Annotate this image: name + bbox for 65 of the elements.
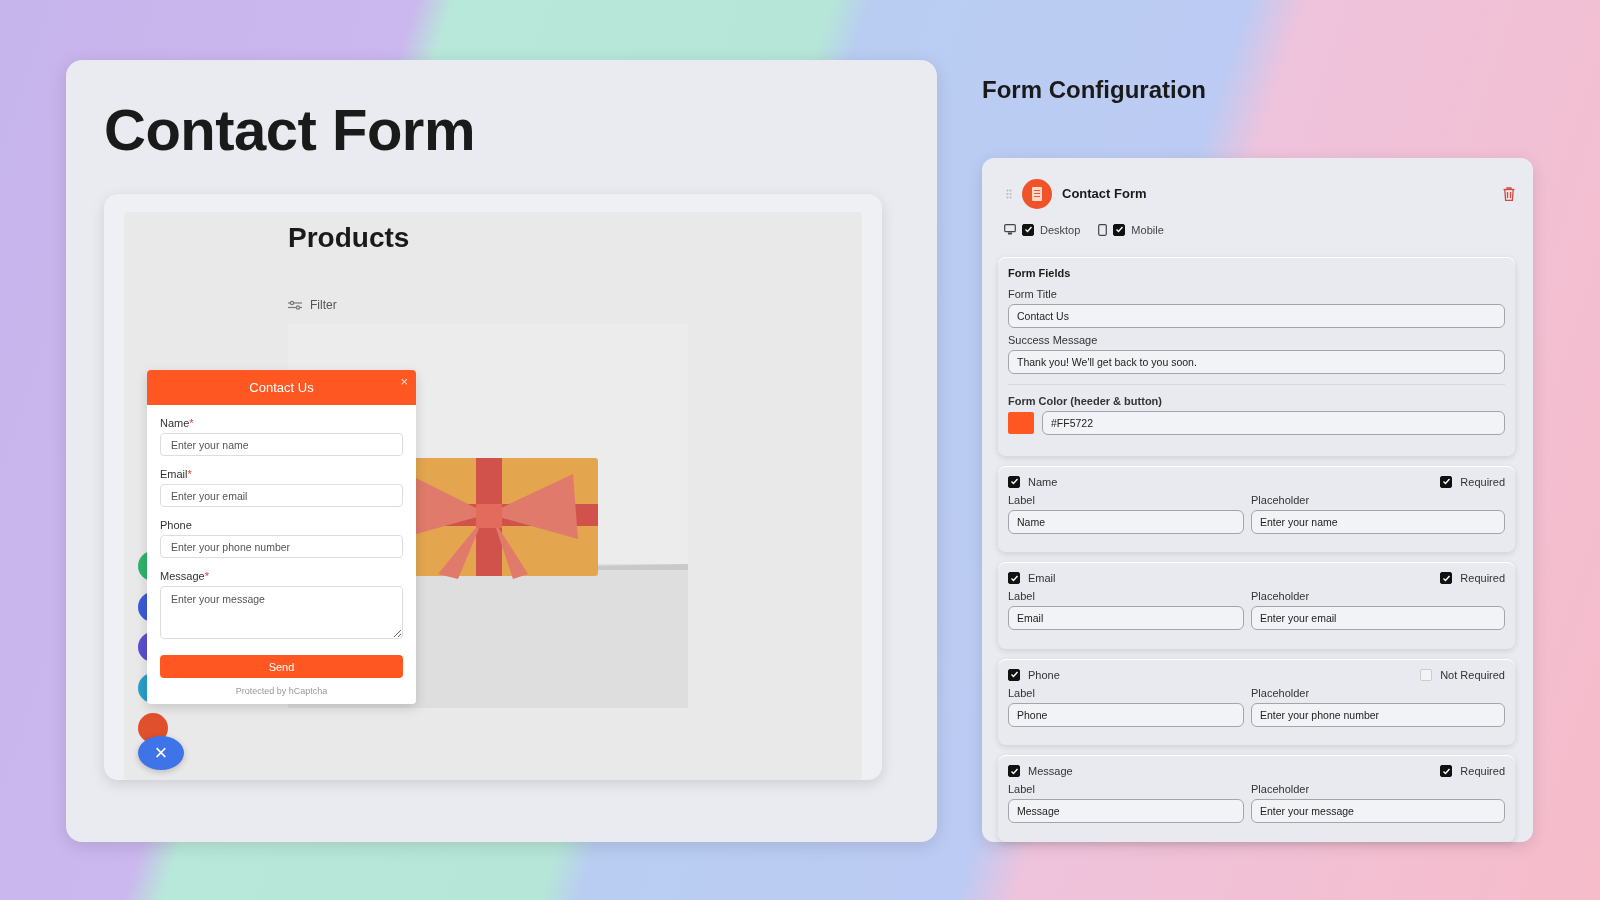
input-field[interactable]: #FF5722 (1042, 410, 1505, 435)
field-name: Name (1028, 475, 1058, 488)
filter-button[interactable]: Filter (288, 298, 337, 312)
input-field[interactable]: Enter your phone number (160, 535, 403, 558)
field-label: Placeholder (1251, 590, 1311, 603)
device-label: Desktop (1040, 223, 1081, 236)
field-label: Label (1008, 783, 1036, 796)
field-label: Label (1008, 686, 1036, 699)
close-button[interactable]: × (138, 736, 184, 770)
section-heading: Form Fields (1008, 266, 1072, 279)
color-swatch[interactable] (1008, 411, 1034, 434)
field-label: Form Title (1008, 287, 1058, 300)
delete-icon[interactable] (1503, 186, 1515, 201)
input-field[interactable]: Message (1008, 799, 1244, 824)
checkbox[interactable] (1008, 572, 1020, 585)
field-name: Phone (1028, 668, 1060, 681)
checkbox[interactable] (1440, 475, 1453, 488)
drag-handle-icon[interactable] (1006, 188, 1012, 199)
input-field[interactable]: Phone (1008, 702, 1244, 727)
field-label: Form Color (heeder & button) (1008, 394, 1163, 407)
captcha-note: Protected by hCaptcha (234, 686, 329, 696)
required-label: Required (1460, 572, 1505, 585)
field-label: Placeholder (1251, 686, 1311, 699)
field-label: Label (1008, 590, 1036, 603)
field-label: Email* (160, 468, 193, 480)
popup-title: Contact Us (249, 380, 314, 395)
required-label: Not Required (1440, 668, 1505, 681)
page-title: Contact Form (104, 96, 476, 162)
input-field[interactable]: Thank you! We'll get back to you soon. (1008, 349, 1505, 374)
input-field[interactable]: Enter your email (160, 484, 403, 507)
message-field[interactable]: Enter your message (160, 586, 403, 639)
phone-icon (1098, 223, 1108, 236)
checkbox[interactable] (1022, 223, 1034, 236)
checkbox[interactable] (1440, 572, 1453, 585)
input-field[interactable]: Name (1008, 509, 1244, 534)
form-icon (1022, 178, 1052, 209)
checkbox[interactable] (1008, 765, 1020, 778)
field-name: Message (1028, 765, 1073, 778)
checkbox[interactable] (1008, 475, 1020, 488)
field-label: Message* (160, 570, 210, 582)
checkbox[interactable] (1113, 223, 1126, 236)
widget-name: Contact Form (1062, 186, 1147, 202)
required-label: Required (1460, 765, 1505, 778)
field-label: Name* (160, 417, 195, 429)
config-title: Form Configuration (982, 76, 1207, 105)
input-field[interactable]: Enter your phone number (1251, 702, 1505, 727)
field-label: Success Message (1008, 333, 1099, 346)
checkbox[interactable] (1008, 668, 1020, 681)
field-label: Placeholder (1251, 493, 1311, 506)
products-heading: Products (288, 221, 410, 255)
field-label: Placeholder (1251, 783, 1311, 796)
field-name: Email (1028, 572, 1056, 585)
input-field[interactable]: Contact Us (1008, 303, 1505, 328)
checkbox[interactable] (1440, 765, 1453, 778)
required-label: Required (1460, 475, 1505, 488)
input-field[interactable]: Enter your email (1251, 606, 1505, 631)
input-field[interactable]: Enter your name (1251, 509, 1505, 534)
field-label: Phone (160, 519, 193, 531)
monitor-icon (1004, 224, 1016, 236)
input-field[interactable]: Enter your name (160, 433, 403, 456)
sliders-icon (288, 300, 302, 310)
input-field[interactable]: Email (1008, 606, 1244, 631)
field-label: Label (1008, 493, 1036, 506)
input-field[interactable]: Enter your message (1251, 799, 1505, 824)
device-label: Mobile (1131, 223, 1164, 236)
